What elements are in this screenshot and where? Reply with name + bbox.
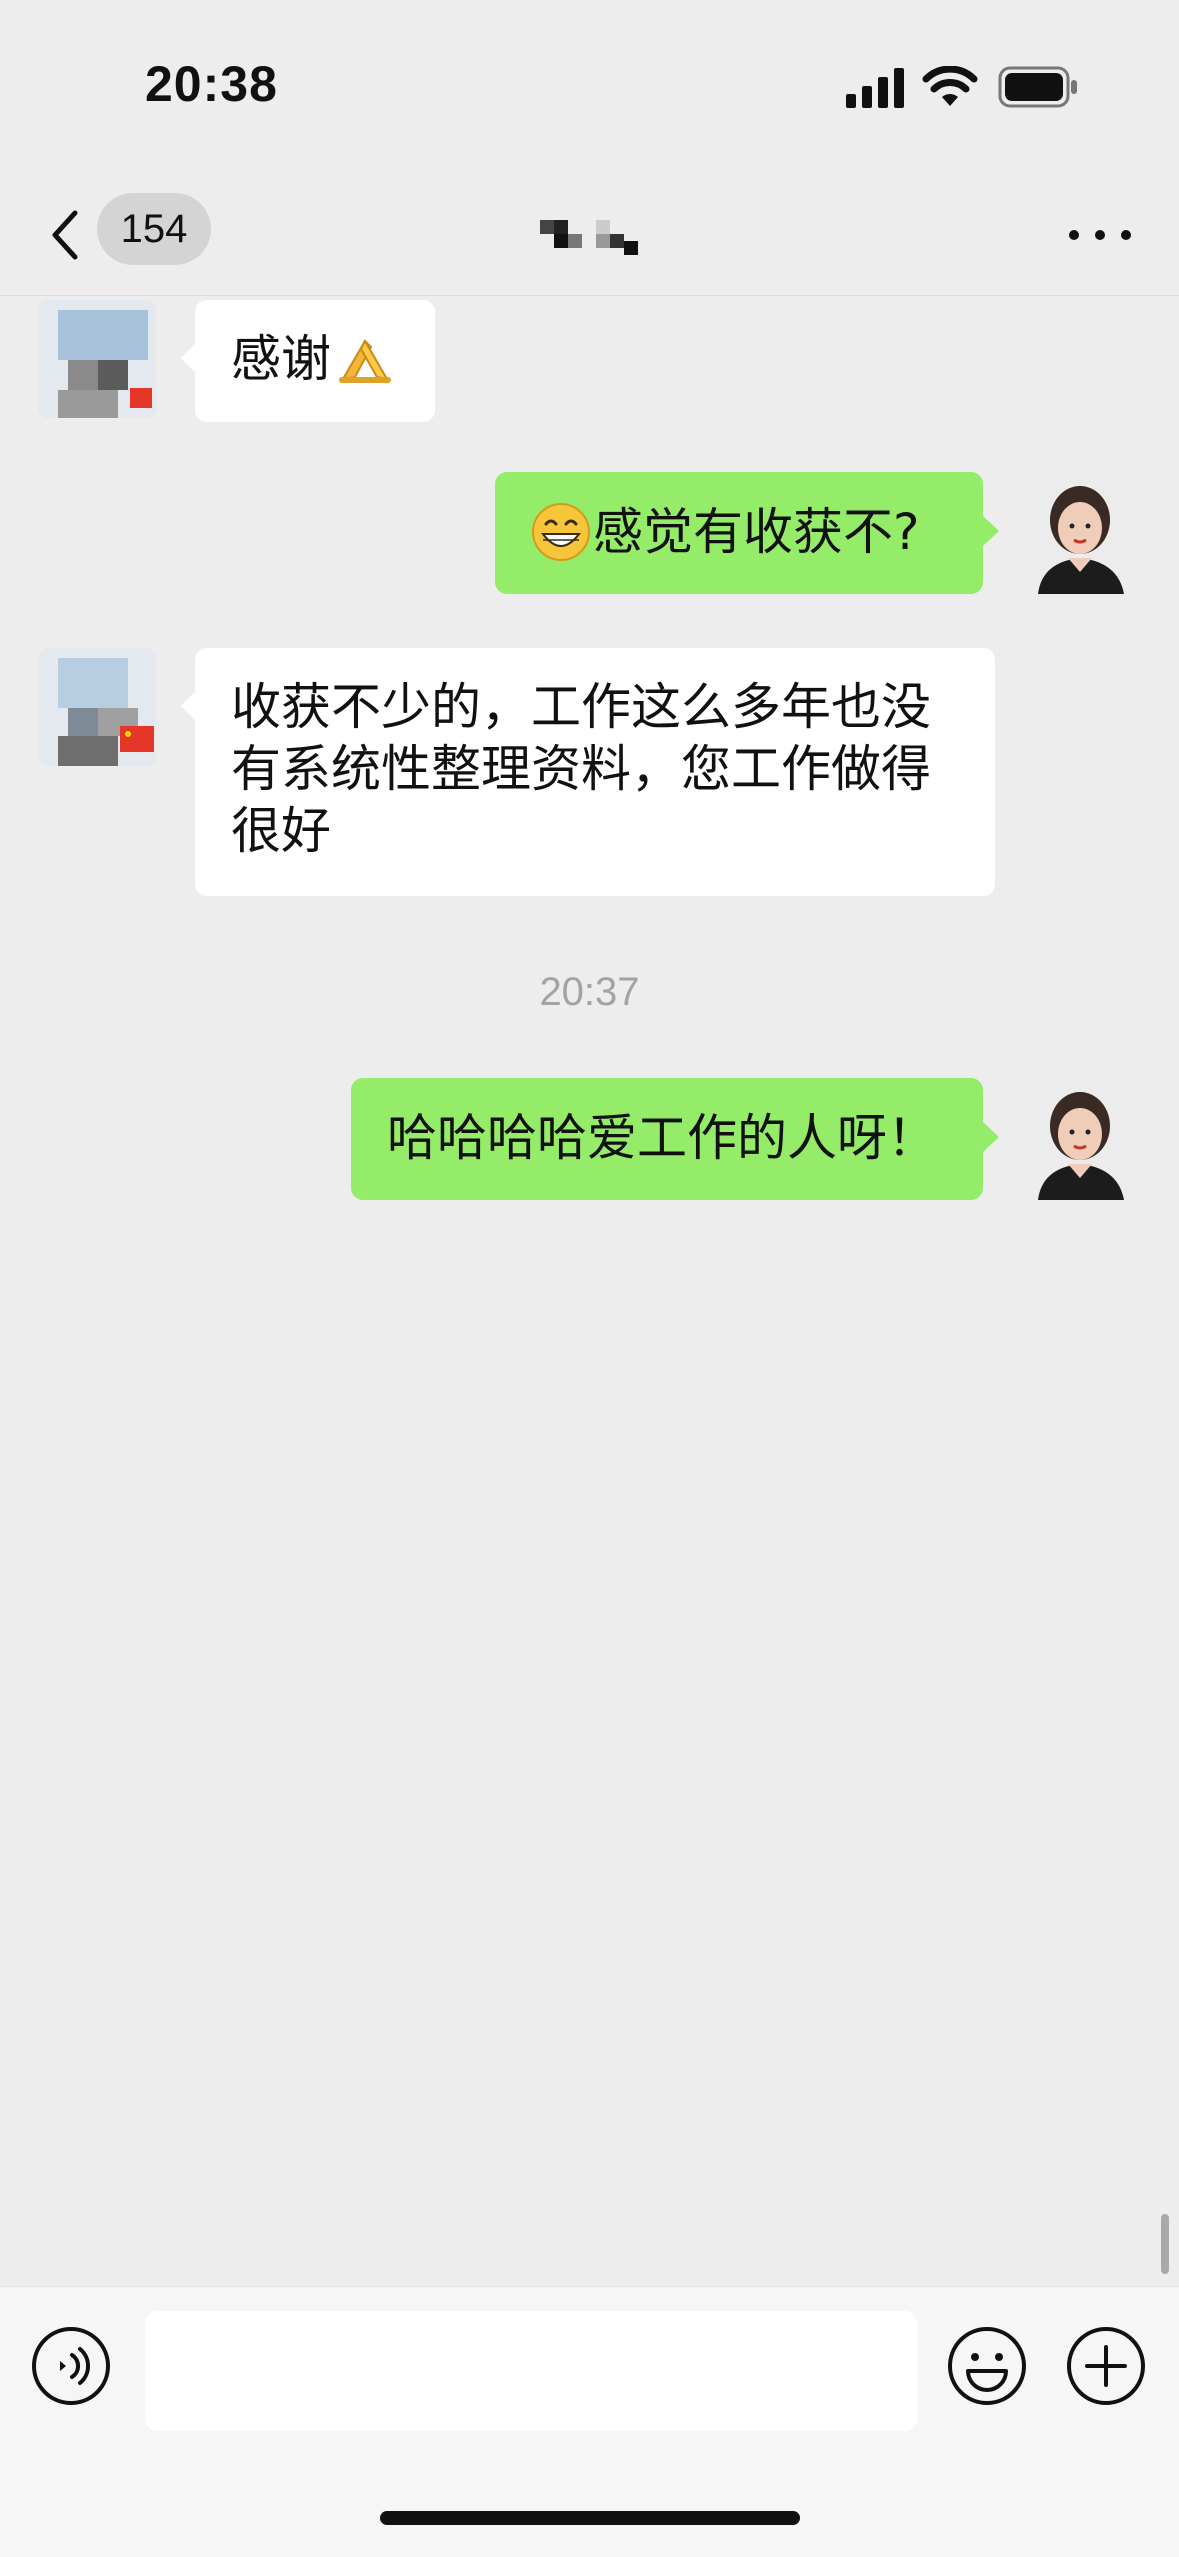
message-input[interactable] [145,2311,917,2431]
smiley-icon[interactable] [946,2325,1028,2407]
message-text: 感觉有收获不? [593,503,920,561]
chevron-left-icon[interactable] [45,205,85,265]
battery-icon [998,66,1077,108]
status-time: 20:38 [145,56,278,112]
voice-icon[interactable] [30,2325,112,2407]
message-text: 哈哈哈哈爱工作的人呀！ [387,1109,937,1167]
message-bubble-outgoing[interactable]: 哈哈哈哈爱工作的人呀！ [351,1078,999,1200]
message-text-line: 很好 [231,802,331,860]
message-bubble-outgoing[interactable]: 感觉有收获不? [495,472,999,594]
grin-icon [532,502,590,561]
message-text-line: 有系统性整理资料，您工作做得 [231,740,931,798]
pray-icon [339,338,391,383]
user-avatar[interactable] [1020,472,1142,594]
user-avatar[interactable] [1020,1078,1142,1200]
chat-header: 154 [0,180,1179,296]
message-text-line: 收获不少的，工作这么多年也没 [231,678,931,736]
scrollbar-thumb[interactable] [1161,2214,1169,2274]
signal-icon [846,68,904,108]
chat-title-pixelated[interactable] [540,215,640,265]
unread-count-badge[interactable]: 154 [97,193,211,265]
home-indicator[interactable] [380,2511,800,2525]
message-timestamp: 20:37 [539,970,640,1014]
status-bar: 20:38 [0,0,1179,180]
message-text: 感谢 [231,330,331,388]
ellipsis-icon[interactable] [1060,220,1140,250]
message-bubble-incoming[interactable]: 收获不少的，工作这么多年也没 有系统性整理资料，您工作做得 很好 [181,648,995,896]
contact-avatar[interactable] [38,300,156,418]
plus-icon[interactable] [1065,2325,1147,2407]
wifi-icon [922,66,978,106]
contact-avatar[interactable] [38,648,156,766]
message-bubble-incoming[interactable]: 感谢 [181,300,435,422]
